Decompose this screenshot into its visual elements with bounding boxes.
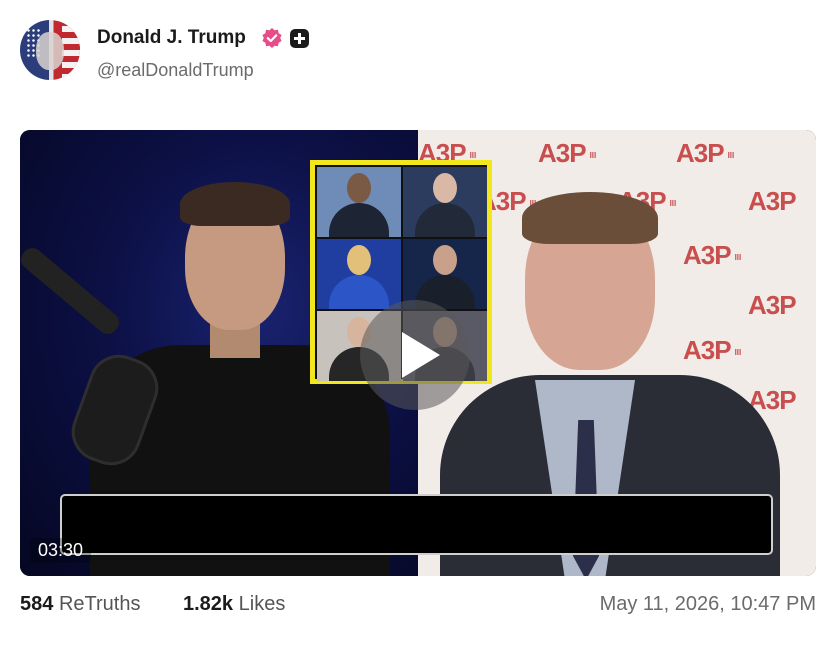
watermark: A3PIII (683, 240, 742, 270)
watermark: A3PIII (683, 335, 742, 365)
collage-photo (403, 239, 487, 309)
author-handle[interactable]: @realDonaldTrump (97, 60, 254, 81)
likes-stat[interactable]: 1.82k Likes (183, 593, 285, 616)
retruths-label: ReTruths (58, 593, 141, 615)
watermark: A3P (748, 186, 797, 216)
collage-photo (317, 239, 401, 309)
verified-badge-icon (262, 28, 282, 48)
watermark: A3PIII (676, 138, 735, 168)
mic-arm (20, 244, 124, 338)
guest-hair (522, 192, 658, 244)
watermark: A3P (748, 290, 797, 320)
likes-count: 1.82k (183, 593, 234, 615)
avatar-stripes (62, 20, 80, 80)
video-player[interactable]: A3PIII A3PIII A3PIII A3PIII A3PIII A3P A… (20, 130, 816, 576)
likes-label: Likes (238, 593, 286, 615)
author-name[interactable]: Donald J. Trump (97, 27, 246, 49)
watermark: A3PIII (538, 138, 597, 168)
post-timestamp[interactable]: May 11, 2026, 10:47 PM (600, 593, 816, 616)
retruths-stat[interactable]: 584 ReTruths (20, 593, 140, 616)
collage-photo (317, 167, 401, 237)
retruths-count: 584 (20, 593, 54, 615)
collage-photo (403, 167, 487, 237)
video-duration: 03:30 (30, 538, 92, 563)
play-button-icon[interactable] (360, 300, 470, 410)
caption-bar (60, 494, 773, 555)
avatar[interactable] (20, 20, 80, 80)
plus-badge-icon (290, 29, 309, 48)
host-hair (180, 182, 290, 226)
avatar-face (36, 32, 64, 70)
post-footer: 584 ReTruths 1.82k Likes May 11, 2026, 1… (20, 593, 816, 621)
